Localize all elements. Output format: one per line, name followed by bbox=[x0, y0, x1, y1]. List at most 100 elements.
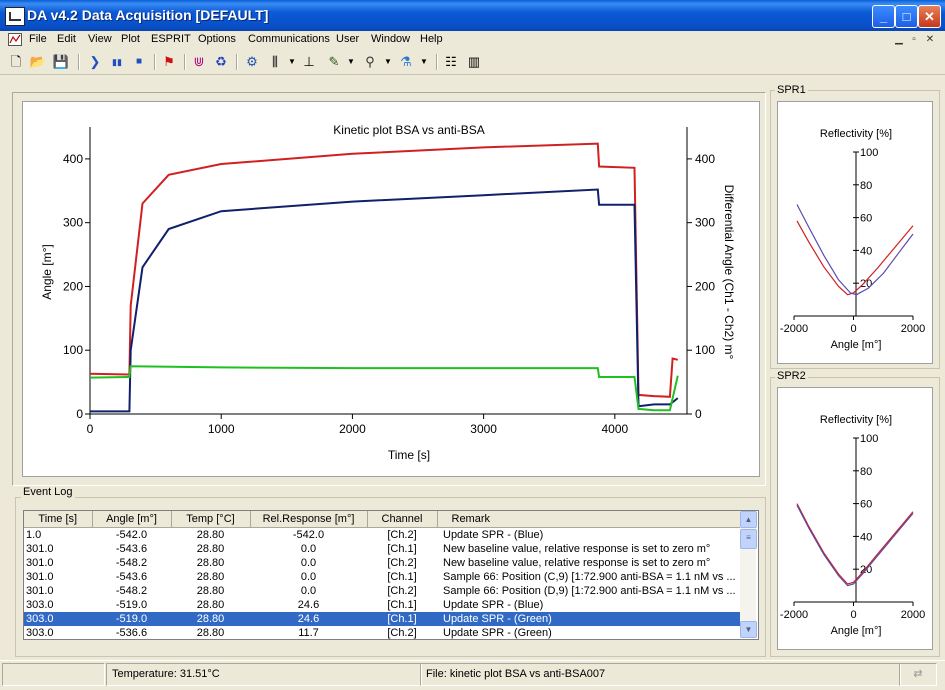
scroll-thumb[interactable]: ≡ bbox=[740, 529, 757, 549]
table-row[interactable]: 301.0 -548.2 28.80 0.0 [Ch.2] Sample 66: Posi… bbox=[24, 584, 741, 598]
menu-user[interactable]: User bbox=[336, 33, 359, 45]
chart-doc-icon[interactable] bbox=[8, 33, 22, 46]
y-axis-label: Angle [m°] bbox=[40, 244, 54, 300]
x-tick-label: 4000 bbox=[601, 422, 628, 436]
menu-esprit[interactable]: ESPRIT bbox=[151, 33, 191, 45]
x-tick-label: -2000 bbox=[780, 323, 808, 335]
table-cell: 301.0 bbox=[26, 543, 54, 555]
table-row[interactable]: 303.0 -519.0 28.80 24.6 [Ch.1] Update SPR - (… bbox=[24, 612, 741, 626]
spectrum-icon[interactable]: ⋓ bbox=[190, 53, 208, 71]
mdi-restore-button[interactable]: ▫ bbox=[908, 34, 920, 45]
column-header-time[interactable]: Time [s] bbox=[24, 511, 93, 528]
table-cell: 301.0 bbox=[26, 557, 54, 569]
table-cell: 28.80 bbox=[196, 585, 225, 597]
spr1-plot[interactable]: Reflectivity [%] Angle [m°] 20 40 60 80 100 -20… bbox=[777, 101, 933, 364]
table-cell: [Ch.2] bbox=[387, 529, 417, 541]
table-cell: Update SPR - (Green) bbox=[443, 627, 552, 639]
event-log-label: Event Log bbox=[21, 486, 75, 498]
spr2-plot-svg[interactable]: Reflectivity [%]Angle [m°]20406080100-20… bbox=[778, 388, 932, 649]
close-button[interactable]: ✕ bbox=[918, 5, 941, 28]
table-cell: [Ch.2] bbox=[387, 627, 417, 639]
table-cell: 0.0 bbox=[300, 557, 317, 569]
bars-icon[interactable]: ▥ bbox=[465, 53, 483, 71]
kinetic-plot-svg[interactable]: Kinetic plot BSA vs anti-BSA Time [s] An… bbox=[23, 102, 759, 476]
event-log-scrollbar[interactable]: ▲ ≡ ▼ bbox=[740, 511, 757, 638]
y-tick-label: 100 bbox=[63, 343, 83, 357]
table-cell: 303.0 bbox=[26, 599, 54, 611]
play-icon[interactable]: ❯ bbox=[86, 53, 104, 71]
event-log-table[interactable]: Time [s] Angle [m°] Temp [°C] Rel.Respon… bbox=[23, 510, 759, 640]
layout-icon[interactable]: ☷ bbox=[442, 53, 460, 71]
menu-help[interactable]: Help bbox=[420, 33, 443, 45]
tubes-icon[interactable]: ⫼ bbox=[266, 53, 284, 71]
recycle-icon[interactable]: ♻ bbox=[212, 53, 230, 71]
menu-options[interactable]: Options bbox=[198, 33, 236, 45]
table-cell: -543.6 bbox=[115, 571, 148, 583]
table-row[interactable]: 303.0 -519.0 28.80 24.6 [Ch.1] Update SPR - (… bbox=[24, 598, 741, 612]
table-cell: 28.80 bbox=[196, 599, 225, 611]
menu-plot[interactable]: Plot bbox=[121, 33, 140, 45]
pipette-icon[interactable]: ✎ bbox=[325, 53, 343, 71]
mdi-close-button[interactable]: ✕ bbox=[924, 34, 936, 45]
table-row[interactable]: 301.0 -543.6 28.80 0.0 [Ch.1] New baseline va… bbox=[24, 542, 741, 556]
menu-communications[interactable]: Communications bbox=[248, 33, 330, 45]
pause-icon[interactable]: ▮▮ bbox=[108, 53, 126, 71]
table-row[interactable]: 301.0 -548.2 28.80 0.0 [Ch.2] New baseline va… bbox=[24, 556, 741, 570]
status-bar: Temperature: 31.51°C File: kinetic plot … bbox=[0, 660, 945, 690]
column-header-angle[interactable]: Angle [m°] bbox=[92, 511, 172, 528]
title-bar[interactable]: DA v4.2 Data Acquisition [DEFAULT] _ □ ✕ bbox=[0, 0, 945, 31]
table-cell: -548.2 bbox=[115, 585, 148, 597]
open-folder-icon[interactable]: 📂 bbox=[29, 53, 47, 71]
series-line-2 bbox=[90, 188, 679, 413]
app-icon[interactable] bbox=[5, 7, 25, 26]
spr2-plot[interactable]: Reflectivity [%] Angle [m°] 20 40 60 80 100 -20… bbox=[777, 387, 933, 650]
table-row[interactable]: 1.0 -542.0 28.80 -542.0 [Ch.2] Update SPR - (… bbox=[24, 528, 741, 543]
flask-dropdown-icon[interactable]: ▼ bbox=[415, 53, 433, 71]
column-header-temp[interactable]: Temp [°C] bbox=[171, 511, 251, 528]
injector-icon[interactable]: ⊥ bbox=[300, 53, 318, 71]
table-cell: 301.0 bbox=[26, 585, 54, 597]
reflectivity-curve-1 bbox=[796, 503, 914, 585]
settings-icon[interactable]: ⚙ bbox=[243, 53, 261, 71]
x-tick-label: 0 bbox=[850, 609, 856, 621]
new-file-icon[interactable]: 🗋 bbox=[7, 53, 25, 71]
minimize-button[interactable]: _ bbox=[872, 5, 895, 28]
save-icon[interactable]: 💾 bbox=[52, 53, 70, 71]
tubes-dropdown-icon[interactable]: ▼ bbox=[283, 53, 301, 71]
column-header-rel-response[interactable]: Rel.Response [m°] bbox=[250, 511, 368, 528]
table-cell: 0.0 bbox=[300, 543, 317, 555]
tap-icon[interactable]: ⚲ bbox=[361, 53, 379, 71]
status-panel-empty bbox=[2, 663, 105, 686]
mdi-minimize-button[interactable]: ▁ bbox=[893, 34, 905, 45]
kinetic-plot[interactable]: Kinetic plot BSA vs anti-BSA Time [s] An… bbox=[22, 101, 760, 477]
maximize-button[interactable]: □ bbox=[895, 5, 918, 28]
y2-tick-label: 300 bbox=[695, 216, 715, 230]
y2-axis-label: Differential Angle (Ch1 - Ch2) m° bbox=[722, 185, 736, 360]
menu-edit[interactable]: Edit bbox=[57, 33, 76, 45]
flask-icon[interactable]: ⚗ bbox=[397, 53, 415, 71]
flag-icon[interactable]: ⚑ bbox=[160, 53, 178, 71]
tap-dropdown-icon[interactable]: ▼ bbox=[379, 53, 397, 71]
table-row[interactable]: 301.0 -543.6 28.80 0.0 [Ch.1] Sample 66: Posi… bbox=[24, 570, 741, 584]
menu-file[interactable]: File bbox=[29, 33, 47, 45]
menu-view[interactable]: View bbox=[88, 33, 112, 45]
scroll-down-button[interactable]: ▼ bbox=[740, 621, 757, 638]
spr2-label: SPR2 bbox=[775, 370, 808, 382]
column-header-channel[interactable]: Channel bbox=[367, 511, 438, 528]
pipette-dropdown-icon[interactable]: ▼ bbox=[342, 53, 360, 71]
table-row[interactable]: 303.0 -536.6 28.80 11.7 [Ch.2] Update SPR - (… bbox=[24, 626, 741, 639]
scroll-up-button[interactable]: ▲ bbox=[740, 511, 757, 528]
stop-icon[interactable]: ■ bbox=[130, 53, 148, 71]
window-title: DA v4.2 Data Acquisition [DEFAULT] bbox=[27, 7, 269, 23]
status-file: File: kinetic plot BSA vs anti-BSA007 bbox=[420, 663, 901, 686]
column-header-remark[interactable]: Remark bbox=[437, 511, 742, 528]
y-tick-label: 60 bbox=[860, 499, 872, 511]
table-cell: 28.80 bbox=[196, 543, 225, 555]
table-cell: 11.7 bbox=[298, 627, 319, 639]
angle-axis-label: Angle [m°] bbox=[831, 625, 882, 637]
menu-window[interactable]: Window bbox=[371, 33, 410, 45]
y2-tick-label: 0 bbox=[695, 407, 702, 421]
spr1-plot-svg[interactable]: Reflectivity [%]Angle [m°]20406080100-20… bbox=[778, 102, 932, 363]
table-cell: 24.6 bbox=[250, 612, 367, 626]
y-tick-label: 80 bbox=[860, 180, 872, 192]
